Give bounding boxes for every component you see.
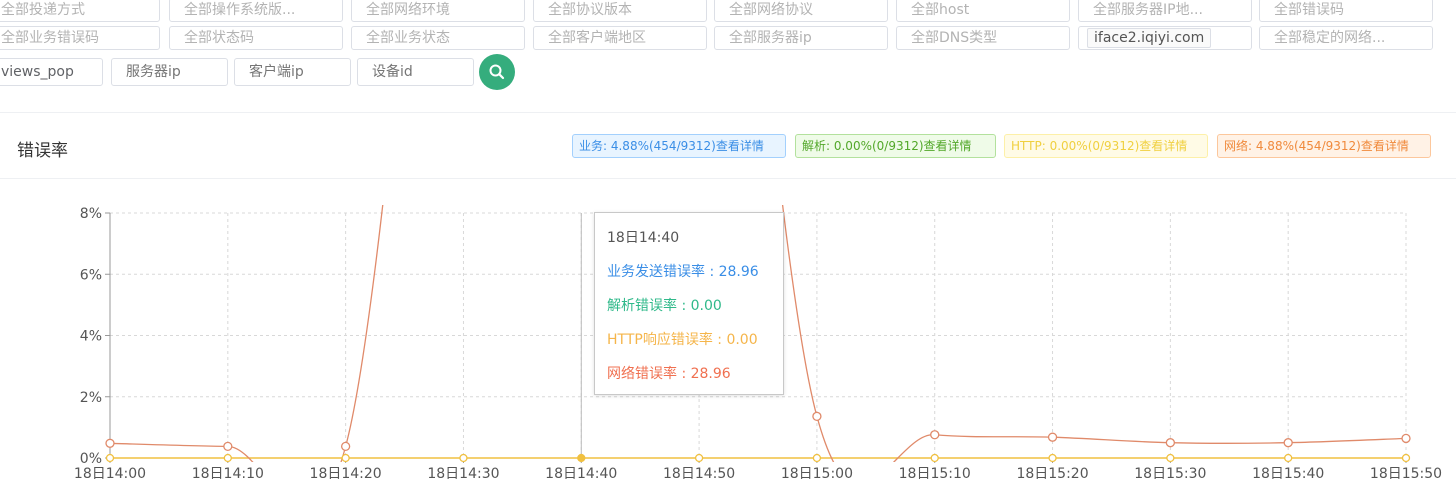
x-tick-label: 18日15:40 [1252, 466, 1324, 482]
x-tick-label: 18日15:50 [1370, 466, 1442, 482]
x-tick-label: 18日14:00 [74, 466, 146, 482]
delivery-mode-select[interactable]: 全部投递方式 [0, 0, 160, 22]
data-point-dns-http [1048, 453, 1057, 463]
data-point-dns-http [1401, 453, 1411, 463]
data-point-dns-http [694, 453, 704, 463]
divider-chart [0, 178, 1456, 179]
os-version-select[interactable]: 全部操作系统版... [169, 0, 343, 22]
tooltip-business: 业务发送错误率 : 28.96 [607, 264, 759, 280]
tooltip-dns: 解析错误率 : 0.00 [607, 298, 722, 314]
data-point-dns-http [459, 453, 468, 463]
stable-network-select[interactable]: 全部稳定的网络... [1259, 26, 1433, 50]
data-point-dns-http [341, 453, 350, 463]
data-point-network [340, 441, 351, 452]
search-button[interactable] [479, 54, 515, 90]
server-ip-select[interactable]: 全部服务器ip [714, 26, 888, 50]
x-tick-label: 18日15:00 [781, 466, 853, 482]
status-code-select[interactable]: 全部状态码 [169, 26, 343, 50]
y-tick-label: 8% [80, 206, 102, 222]
biz-error-code-select[interactable]: 全部业务错误码 [0, 26, 160, 50]
data-point-network [223, 441, 233, 452]
x-tick-label: 18日15:20 [1016, 466, 1088, 482]
x-tick-label: 18日14:30 [427, 466, 499, 482]
search-icon [489, 64, 505, 80]
data-point-dns-http [105, 453, 115, 463]
divider-top [0, 112, 1456, 113]
protocol-version-select[interactable]: 全部协议版本 [533, 0, 707, 22]
data-point-network [812, 411, 822, 422]
y-tick-label: 4% [80, 329, 102, 345]
tooltip-time: 18日14:40 [607, 230, 680, 246]
data-point-network [1047, 432, 1058, 442]
server-ip-addr-select[interactable]: 全部服务器IP地... [1078, 0, 1252, 22]
y-tick-label: 2% [80, 390, 102, 406]
client-ip-input[interactable] [234, 58, 351, 86]
client-region-select[interactable]: 全部客户端地区 [533, 26, 707, 50]
dns-type-select[interactable]: 全部DNS类型 [896, 26, 1070, 50]
network-error-tag[interactable]: 网络: 4.88%(454/9312)查看详情 [1217, 134, 1431, 158]
app-name-input[interactable] [0, 58, 103, 86]
http-error-tag[interactable]: HTTP: 0.00%(0/9312)查看详情 [1004, 134, 1208, 158]
network-env-select[interactable]: 全部网络环境 [351, 0, 525, 22]
data-point-dns-http [1284, 453, 1293, 463]
data-point-network [1283, 438, 1293, 448]
data-point-dns-http [1166, 453, 1175, 463]
x-tick-label: 18日14:20 [310, 466, 382, 482]
tooltip-http: HTTP响应错误率 : 0.00 [607, 332, 758, 348]
x-tick-label: 18日14:50 [663, 466, 735, 482]
x-tick-label: 18日15:10 [899, 466, 971, 482]
section-title: 错误率 [17, 141, 68, 161]
data-point-network [1165, 438, 1176, 448]
selected-host-tag: iface2.iqiyi.com [1087, 28, 1212, 48]
x-tick-label: 18日14:10 [192, 466, 264, 482]
data-point-network [105, 438, 115, 448]
tooltip-network: 网络错误率 : 28.96 [607, 366, 731, 382]
host-select[interactable]: 全部host [896, 0, 1070, 22]
network-protocol-select[interactable]: 全部网络协议 [714, 0, 888, 22]
biz-status-select[interactable]: 全部业务状态 [351, 26, 525, 50]
data-point-dns-http [223, 453, 232, 463]
x-tick-label: 18日14:40 [545, 466, 617, 482]
data-point-network [930, 430, 940, 440]
chart-tooltip: 18日14:40 业务发送错误率 : 28.96 解析错误率 : 0.00 HT… [594, 212, 784, 395]
y-tick-label: 6% [80, 267, 102, 283]
error-code-select[interactable]: 全部错误码 [1259, 0, 1433, 22]
y-tick-label: 0% [80, 451, 102, 467]
data-point-network [1401, 433, 1411, 444]
dns-error-tag[interactable]: 解析: 0.00%(0/9312)查看详情 [795, 134, 996, 158]
data-point-dns-http [812, 453, 822, 463]
device-id-input[interactable] [357, 58, 474, 86]
x-tick-label: 18日15:30 [1134, 466, 1206, 482]
business-error-tag[interactable]: 业务: 4.88%(454/9312)查看详情 [572, 134, 786, 158]
host-filter-select[interactable]: iface2.iqiyi.com [1078, 26, 1252, 50]
data-point-dns-http [930, 453, 939, 463]
server-ip-input[interactable] [111, 58, 228, 86]
data-point-dns-http [577, 453, 586, 463]
